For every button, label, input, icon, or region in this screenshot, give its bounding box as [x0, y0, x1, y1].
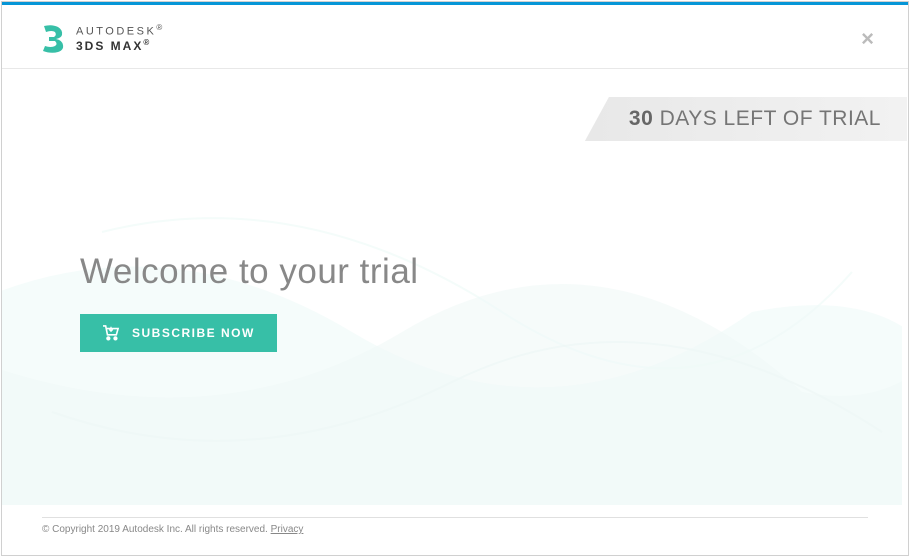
trial-days-count: 30 — [629, 107, 653, 130]
welcome-heading: Welcome to your trial — [80, 252, 419, 292]
dialog-window: AUTODESK® 3DS MAX® × 30 DAYS LEFT OF TRI… — [1, 1, 909, 556]
brand-text: AUTODESK® 3DS MAX® — [76, 23, 162, 54]
product-logo-icon — [40, 24, 66, 54]
privacy-link[interactable]: Privacy — [271, 524, 304, 535]
footer: © Copyright 2019 Autodesk Inc. All right… — [42, 517, 868, 535]
logo-section: AUTODESK® 3DS MAX® — [40, 23, 162, 54]
brand-product: 3DS MAX® — [76, 38, 162, 54]
subscribe-button-label: SUBSCRIBE NOW — [132, 326, 255, 340]
brand-company: AUTODESK® — [76, 23, 162, 38]
main-content: Welcome to your trial SUBSCRIBE NOW — [80, 252, 419, 352]
copyright-text: © Copyright 2019 Autodesk Inc. All right… — [42, 524, 271, 535]
trial-days-text: DAYS LEFT OF TRIAL — [653, 107, 881, 130]
close-icon: × — [861, 26, 874, 51]
close-button[interactable]: × — [851, 28, 884, 50]
subscribe-button[interactable]: SUBSCRIBE NOW — [80, 314, 277, 352]
header: AUTODESK® 3DS MAX® × — [2, 5, 908, 69]
cart-icon — [102, 325, 120, 341]
